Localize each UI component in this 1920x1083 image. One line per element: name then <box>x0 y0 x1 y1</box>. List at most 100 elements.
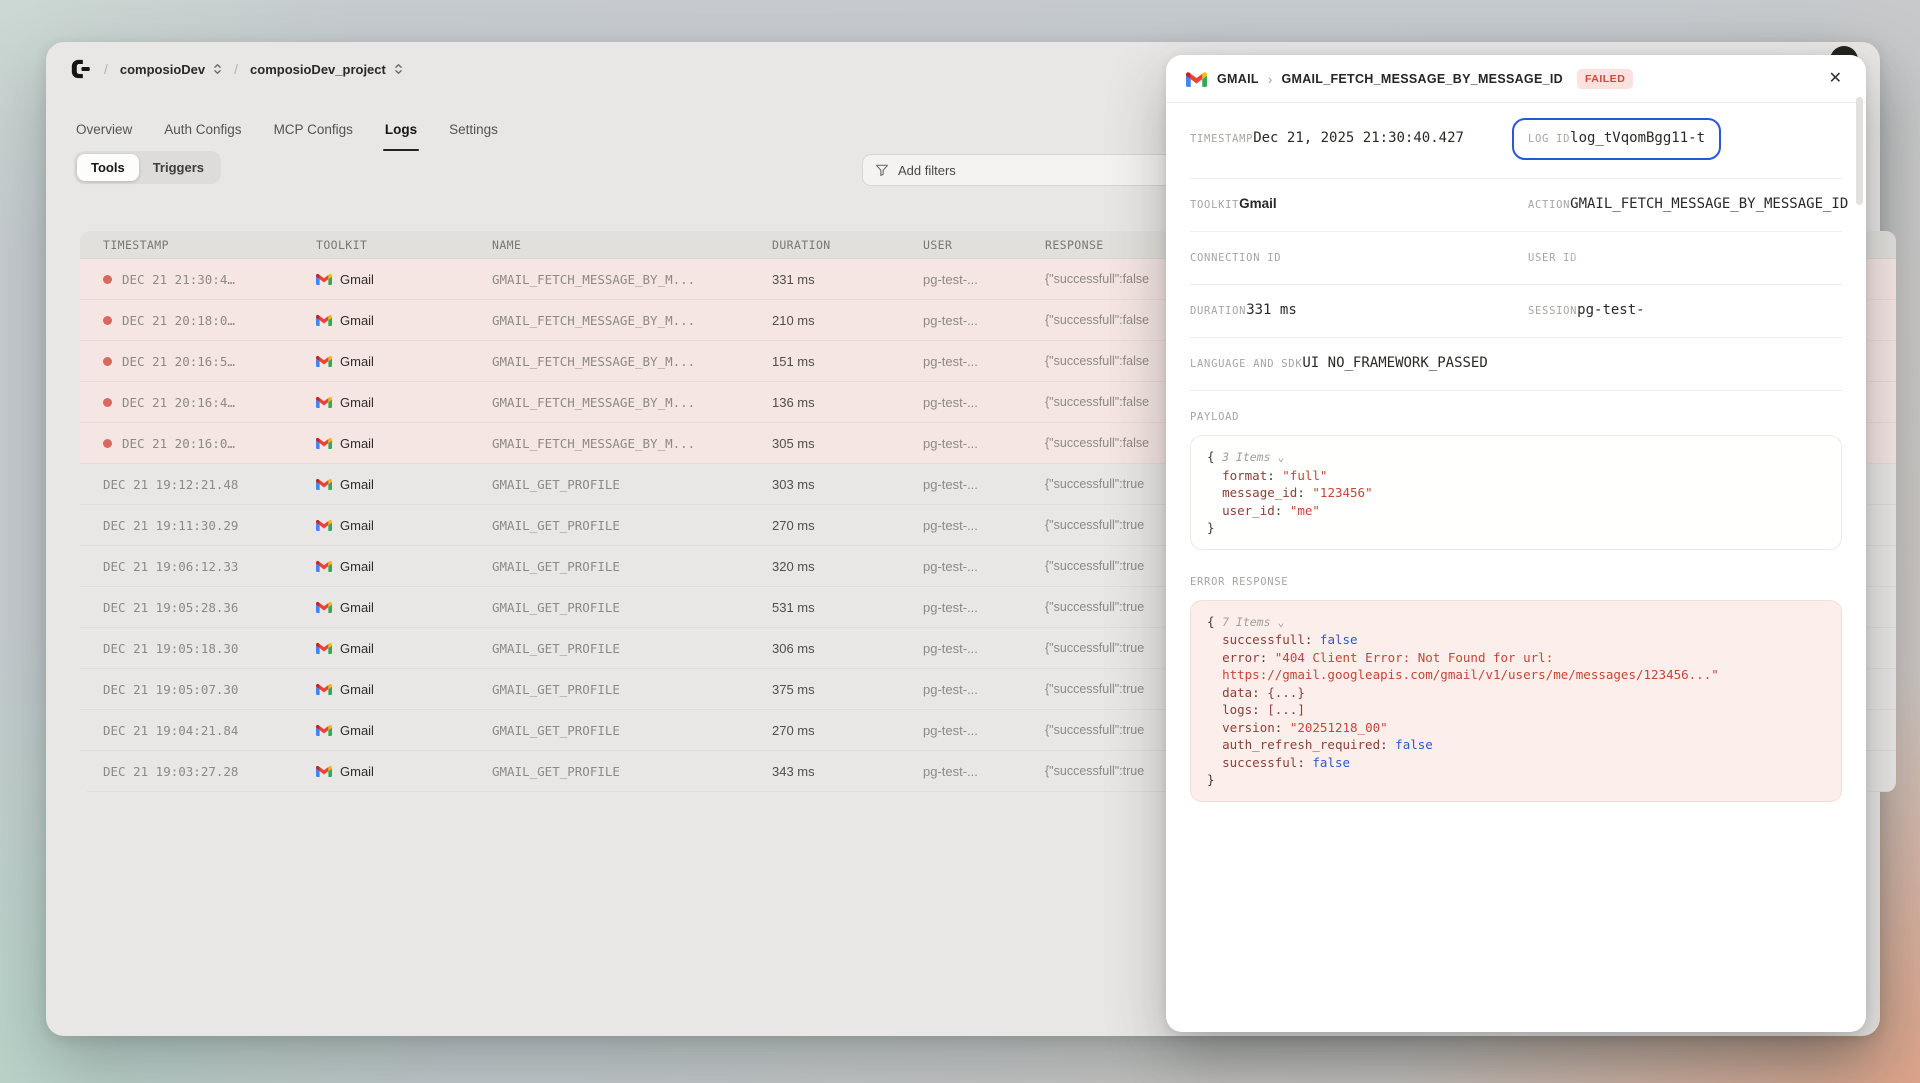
field-value: UI NO_FRAMEWORK_PASSED <box>1302 355 1487 371</box>
log-timestamp: DEC 21 19:05:18.30 <box>80 641 295 656</box>
field-action: ACTIONGMAIL_FETCH_MESSAGE_BY_MESSAGE_ID <box>1528 195 1848 213</box>
gmail-icon <box>316 683 332 695</box>
log-user: pg-test-... <box>905 313 1030 328</box>
field-value: Gmail <box>1239 196 1277 211</box>
json-line: message_id: "123456" <box>1207 484 1825 502</box>
toggle-triggers-button[interactable]: Triggers <box>139 154 218 181</box>
log-detail-header: GMAIL › GMAIL_FETCH_MESSAGE_BY_MESSAGE_I… <box>1166 55 1866 103</box>
chevron-up-down-icon <box>394 63 403 75</box>
field-label: ACTION <box>1528 199 1570 211</box>
column-header-name: NAME <box>480 238 760 252</box>
panel-scrollbar[interactable] <box>1856 97 1863 205</box>
log-duration: 320 ms <box>760 559 905 574</box>
chevron-up-down-icon <box>213 63 222 75</box>
log-toolkit: Gmail <box>295 682 480 697</box>
gmail-icon <box>316 765 332 777</box>
log-detail-panel: GMAIL › GMAIL_FETCH_MESSAGE_BY_MESSAGE_I… <box>1166 55 1866 1032</box>
column-header-timestamp: TIMESTAMP <box>80 238 295 252</box>
field-duration: DURATION331 ms <box>1190 301 1528 319</box>
log-duration: 343 ms <box>760 764 905 779</box>
tab-mcp-configs[interactable]: MCP Configs <box>258 116 369 151</box>
log-duration: 306 ms <box>760 641 905 656</box>
json-line: https://gmail.googleapis.com/gmail/v1/us… <box>1207 666 1825 684</box>
log-toolkit: Gmail <box>295 477 480 492</box>
tab-auth-configs[interactable]: Auth Configs <box>148 116 257 151</box>
log-toolkit: Gmail <box>295 641 480 656</box>
log-user: pg-test-... <box>905 600 1030 615</box>
log-timestamp: DEC 21 19:05:07.30 <box>80 682 295 697</box>
json-open-line[interactable]: { 3 Items ⌄ <box>1207 448 1825 467</box>
field-row: TIMESTAMPDec 21, 2025 21:30:40.427LOG ID… <box>1190 113 1842 179</box>
tab-settings[interactable]: Settings <box>433 116 514 151</box>
log-duration: 136 ms <box>760 395 905 410</box>
json-close-line: } <box>1207 771 1825 789</box>
composio-logo-icon <box>68 56 94 82</box>
field-language-and-sdk: LANGUAGE AND SDKUI NO_FRAMEWORK_PASSED <box>1190 354 1528 372</box>
status-badge: FAILED <box>1577 69 1633 89</box>
json-line: user_id: "me" <box>1207 502 1825 520</box>
log-name: GMAIL_GET_PROFILE <box>480 518 760 533</box>
log-timestamp: DEC 21 20:16:0… <box>80 436 295 451</box>
toggle-tools-button[interactable]: Tools <box>77 154 139 181</box>
log-toolkit: Gmail <box>295 436 480 451</box>
field-label: USER ID <box>1528 252 1577 264</box>
field-row: CONNECTION ID USER ID <box>1190 232 1842 285</box>
field-row: LANGUAGE AND SDKUI NO_FRAMEWORK_PASSED <box>1190 338 1842 391</box>
tab-logs[interactable]: Logs <box>369 116 433 151</box>
breadcrumb: / composioDev / composioDev_project <box>68 52 405 86</box>
tab-overview[interactable]: Overview <box>60 116 148 151</box>
field-label: LANGUAGE AND SDK <box>1190 358 1302 370</box>
log-name: GMAIL_FETCH_MESSAGE_BY_M... <box>480 354 760 369</box>
log-toolkit: Gmail <box>295 272 480 287</box>
column-header-toolkit: TOOLKIT <box>295 238 480 252</box>
log-toolkit: Gmail <box>295 395 480 410</box>
panel-action-name: GMAIL_FETCH_MESSAGE_BY_MESSAGE_ID <box>1281 72 1562 86</box>
log-timestamp: DEC 21 19:06:12.33 <box>80 559 295 574</box>
project-selector[interactable]: composioDev_project <box>248 58 405 81</box>
log-user: pg-test-... <box>905 354 1030 369</box>
gmail-icon <box>316 314 332 326</box>
log-user: pg-test-... <box>905 559 1030 574</box>
log-duration: 331 ms <box>760 272 905 287</box>
json-line: data: {...} <box>1207 684 1825 702</box>
gmail-icon <box>316 601 332 613</box>
log-toolkit: Gmail <box>295 518 480 533</box>
field-session: SESSIONpg-test- <box>1528 301 1842 319</box>
gmail-icon <box>316 560 332 572</box>
tools-triggers-toggle: Tools Triggers <box>74 151 221 184</box>
log-name: GMAIL_GET_PROFILE <box>480 682 760 697</box>
payload-label: PAYLOAD <box>1190 411 1842 423</box>
field-value: 331 ms <box>1246 302 1297 318</box>
collapse-chevron-icon: ⌄ <box>1277 615 1284 629</box>
column-header-user: USER <box>905 238 1030 252</box>
log-toolkit: Gmail <box>295 764 480 779</box>
field-value: GMAIL_FETCH_MESSAGE_BY_MESSAGE_ID <box>1570 196 1848 212</box>
log-timestamp: DEC 21 21:30:4… <box>80 272 295 287</box>
log-duration: 305 ms <box>760 436 905 451</box>
org-name: composioDev <box>120 62 205 77</box>
log-duration: 270 ms <box>760 723 905 738</box>
log-toolkit: Gmail <box>295 313 480 328</box>
field-label: CONNECTION ID <box>1190 252 1281 264</box>
log-toolkit: Gmail <box>295 600 480 615</box>
filter-funnel-icon <box>875 163 889 177</box>
log-id-highlight-box[interactable]: LOG IDlog_tVqomBgg11-t <box>1512 118 1721 160</box>
log-user: pg-test-... <box>905 682 1030 697</box>
field-timestamp: TIMESTAMPDec 21, 2025 21:30:40.427 <box>1190 129 1528 160</box>
field-value: pg-test- <box>1577 302 1644 318</box>
log-detail-body: TIMESTAMPDec 21, 2025 21:30:40.427LOG ID… <box>1166 103 1866 802</box>
log-toolkit: Gmail <box>295 559 480 574</box>
log-timestamp: DEC 21 19:03:27.28 <box>80 764 295 779</box>
gmail-icon <box>316 642 332 654</box>
breadcrumb-separator: / <box>104 61 108 77</box>
failed-dot-icon <box>103 357 112 366</box>
org-selector[interactable]: composioDev <box>118 58 224 81</box>
log-name: GMAIL_FETCH_MESSAGE_BY_M... <box>480 272 760 287</box>
gmail-icon <box>316 437 332 449</box>
log-name: GMAIL_GET_PROFILE <box>480 723 760 738</box>
log-name: GMAIL_FETCH_MESSAGE_BY_M... <box>480 436 760 451</box>
log-timestamp: DEC 21 19:05:28.36 <box>80 600 295 615</box>
close-panel-button[interactable]: ✕ <box>1825 67 1846 91</box>
log-timestamp: DEC 21 19:11:30.29 <box>80 518 295 533</box>
json-open-line[interactable]: { 7 Items ⌄ <box>1207 613 1825 632</box>
